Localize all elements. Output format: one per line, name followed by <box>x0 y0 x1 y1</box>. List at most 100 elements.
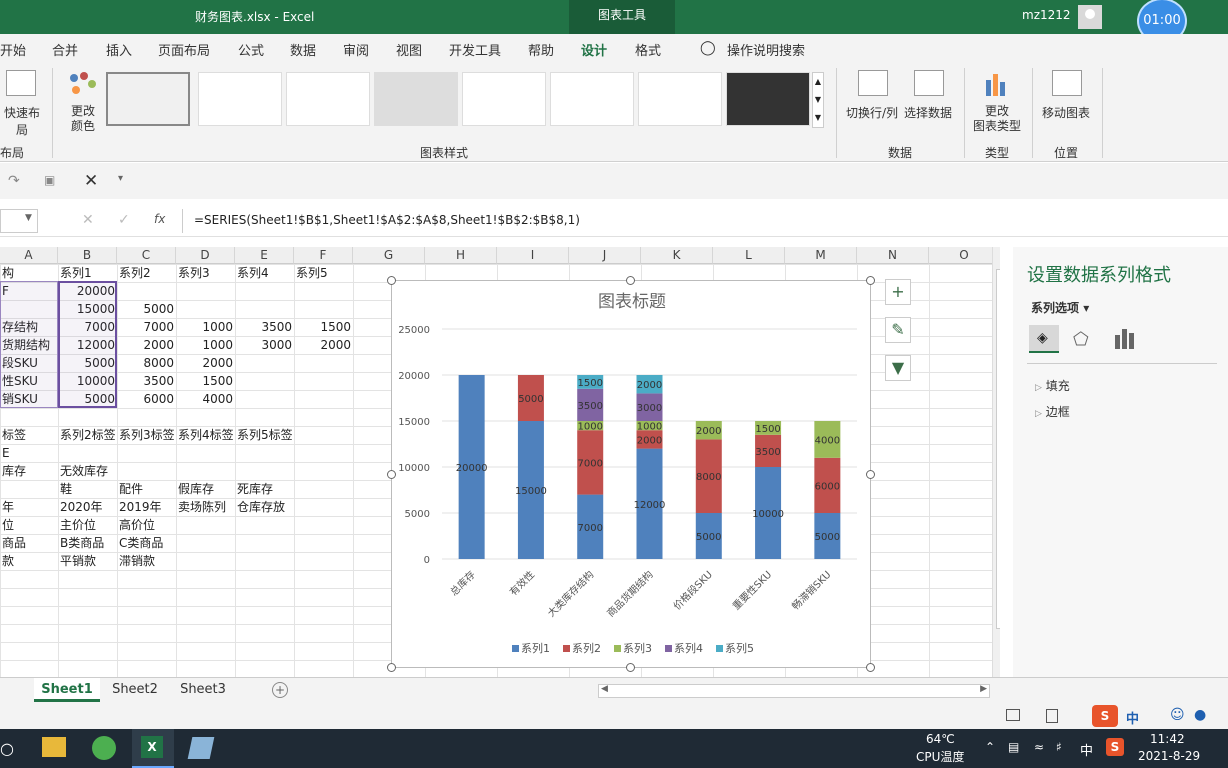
column-header-J[interactable]: J <box>569 247 641 264</box>
chart-style-6[interactable] <box>550 72 634 126</box>
tab-view[interactable]: 视图 <box>396 40 422 59</box>
tab-merge[interactable]: 合并 <box>52 40 78 59</box>
cell-B15[interactable]: 主价位 <box>60 516 115 534</box>
emoji-icon[interactable]: ☺ <box>1170 707 1185 723</box>
tab-data[interactable]: 数据 <box>290 40 316 59</box>
cell-C1[interactable]: 系列2 <box>119 264 174 282</box>
tab-format[interactable]: 格式 <box>635 40 661 59</box>
chart-area[interactable]: 图表标题 0 5000 10000 15000 20000 25000 20000 总库存 150… <box>391 280 871 668</box>
chart-style-4[interactable] <box>374 72 458 126</box>
quick-layout-button[interactable]: 快速布局 <box>0 104 44 138</box>
chart-style-3[interactable] <box>286 72 370 126</box>
cell-C3[interactable]: 5000 <box>119 300 174 318</box>
chart-filter-icon[interactable]: ▼ <box>885 355 911 381</box>
horizontal-scrollbar[interactable]: ◀ ▶ <box>598 684 990 698</box>
cell-D6[interactable]: 2000 <box>178 354 233 372</box>
ime-mode-icon[interactable]: 中 <box>1126 708 1139 727</box>
app-icon[interactable] <box>187 737 215 759</box>
file-explorer-icon[interactable] <box>42 737 66 757</box>
cell-C14[interactable]: 2019年 <box>119 498 174 516</box>
chevron-up-icon[interactable]: ⌃ <box>985 740 995 754</box>
chart-styles-brush-icon[interactable]: ✎ <box>885 317 911 343</box>
customize-qat-icon[interactable]: ▾ <box>118 173 123 184</box>
cell-A14[interactable]: 年 <box>2 498 56 516</box>
chart-style-8[interactable] <box>726 72 810 126</box>
cell-C5[interactable]: 2000 <box>119 336 174 354</box>
column-header-N[interactable]: N <box>857 247 929 264</box>
cancel-icon[interactable]: ✕ <box>82 212 94 228</box>
excel-taskbar-button[interactable]: X <box>132 729 174 768</box>
cell-A16[interactable]: 商品 <box>2 534 56 552</box>
tell-me-search[interactable]: 操作说明搜索 <box>727 40 805 59</box>
column-header-K[interactable]: K <box>641 247 713 264</box>
vertical-scrollbar[interactable] <box>992 247 1000 677</box>
cell-C10[interactable]: 系列3标签 <box>119 426 174 444</box>
cell-C15[interactable]: 高价位 <box>119 516 174 534</box>
column-header-A[interactable]: A <box>0 247 58 264</box>
tab-help[interactable]: 帮助 <box>528 40 554 59</box>
switch-row-col-button[interactable]: 切换行/列 <box>846 104 898 121</box>
move-chart-button[interactable]: 移动图表 <box>1042 104 1090 121</box>
avatar[interactable] <box>1078 5 1102 29</box>
sheet-tab-2[interactable]: Sheet2 <box>104 678 166 702</box>
effects-pentagon-icon[interactable]: ⬠ <box>1073 329 1089 350</box>
cell-E1[interactable]: 系列4 <box>237 264 292 282</box>
chart-style-5[interactable] <box>462 72 546 126</box>
sogou-ime-icon[interactable]: S <box>1092 705 1118 727</box>
cell-D8[interactable]: 4000 <box>178 390 233 408</box>
cell-B10[interactable]: 系列2标签 <box>60 426 115 444</box>
border-section[interactable]: ▷ 边框 <box>1035 403 1070 420</box>
sogou-tray-icon[interactable]: S <box>1106 738 1124 756</box>
tab-design[interactable]: 设计 <box>581 40 608 65</box>
cell-A1[interactable]: 构 <box>2 264 56 282</box>
legend-swatch[interactable] <box>665 645 672 652</box>
cell-F1[interactable]: 系列5 <box>296 264 351 282</box>
chart-resize-handle[interactable] <box>387 663 396 672</box>
chart-elements-plus-icon[interactable]: + <box>885 279 911 305</box>
cell-C6[interactable]: 8000 <box>119 354 174 372</box>
column-header-M[interactable]: M <box>785 247 857 264</box>
stacked-column-chart[interactable]: 图表标题 0 5000 10000 15000 20000 25000 20000 总库存 150… <box>392 281 872 669</box>
chart-resize-handle[interactable] <box>866 276 875 285</box>
cell-D10[interactable]: 系列4标签 <box>178 426 233 444</box>
column-header-I[interactable]: I <box>497 247 569 264</box>
chart-resize-handle[interactable] <box>626 276 635 285</box>
cell-B13[interactable]: 鞋 <box>60 480 115 498</box>
change-chart-type-icon[interactable] <box>984 70 1010 96</box>
scrollbar-thumb[interactable] <box>996 269 1000 629</box>
chart-style-1[interactable] <box>106 72 190 126</box>
cell-F4[interactable]: 1500 <box>296 318 351 336</box>
legend-swatch[interactable] <box>716 645 723 652</box>
worksheet[interactable]: ABCDEFGHIJKLMNO 构系列1 系列2 系列3 系列4 系列5 F 20000 15… <box>0 247 1000 677</box>
chart-resize-handle[interactable] <box>387 276 396 285</box>
sheet-tab-3[interactable]: Sheet3 <box>170 678 236 702</box>
tab-page-layout[interactable]: 页面布局 <box>158 40 210 59</box>
cell-A17[interactable]: 款 <box>2 552 56 570</box>
cell-B1[interactable]: 系列1 <box>60 264 115 282</box>
series-options-dropdown[interactable]: 系列选项 ▾ <box>1031 299 1089 316</box>
browser-icon[interactable] <box>92 736 116 760</box>
column-header-F[interactable]: F <box>294 247 353 264</box>
column-header-C[interactable]: C <box>117 247 176 264</box>
change-chart-type-button[interactable]: 更改 图表类型 <box>972 104 1022 134</box>
cell-B12[interactable]: 无效库存 <box>60 462 115 480</box>
enter-icon[interactable]: ✓ <box>118 212 130 228</box>
chart-resize-handle[interactable] <box>866 470 875 479</box>
move-chart-icon[interactable] <box>1052 70 1082 96</box>
insert-function-icon[interactable]: fx <box>154 212 165 226</box>
cell-B17[interactable]: 平销款 <box>60 552 115 570</box>
cell-E13[interactable]: 死库存 <box>237 480 292 498</box>
cell-D13[interactable]: 假库存 <box>178 480 233 498</box>
user-name[interactable]: mz1212 <box>1022 8 1071 22</box>
fill-line-icon[interactable]: ◈ <box>1029 325 1059 353</box>
column-header-B[interactable]: B <box>58 247 117 264</box>
color-palette-icon[interactable] <box>68 72 98 100</box>
cell-E5[interactable]: 3000 <box>237 336 292 354</box>
add-sheet-icon[interactable]: + <box>272 682 288 698</box>
page-layout-view-icon[interactable] <box>1046 709 1058 723</box>
cell-D7[interactable]: 1500 <box>178 372 233 390</box>
cell-C16[interactable]: C类商品 <box>119 534 174 552</box>
column-header-D[interactable]: D <box>176 247 235 264</box>
column-header-E[interactable]: E <box>235 247 294 264</box>
sheet-tab-1[interactable]: Sheet1 <box>34 678 100 702</box>
